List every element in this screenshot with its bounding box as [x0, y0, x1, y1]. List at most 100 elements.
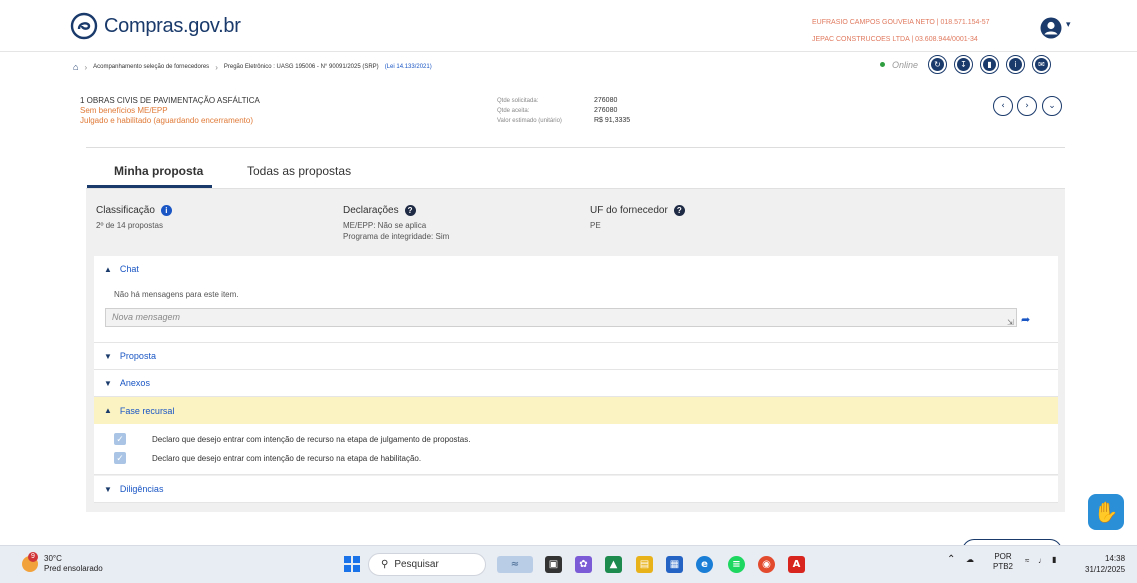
tab-all-proposals[interactable]: Todas as propostas: [247, 164, 351, 178]
diligences-label: Diligências: [119, 484, 164, 494]
proposal-section[interactable]: ▼ Proposta: [94, 343, 1058, 370]
qty-requested-value: 276080: [594, 97, 618, 104]
info-icon: i: [1009, 58, 1023, 71]
estimated-value-label: Valor estimado (unitário): [497, 118, 562, 124]
taskbar-search[interactable]: ⚲ Pesquisar: [368, 553, 486, 576]
expand-item-button[interactable]: ⌄: [1042, 96, 1062, 116]
breadcrumb-item-tracking[interactable]: Acompanhamento seleção de fornecedores: [93, 64, 209, 70]
diligences-header[interactable]: ▼ Diligências: [94, 476, 1058, 502]
proposal-label: Proposta: [119, 351, 156, 361]
online-status-text: Online: [892, 59, 919, 70]
volume-icon[interactable]: ♩: [1038, 556, 1046, 565]
download-icon: ↧: [957, 58, 971, 71]
appeal-judgment-row: ✓ Declaro que desejo entrar com intenção…: [114, 433, 470, 445]
tab-my-proposal[interactable]: Minha proposta: [114, 164, 203, 178]
online-status-dot-icon: [880, 62, 885, 67]
app-icon-green[interactable]: ▲: [605, 556, 622, 573]
appeal-phase-header[interactable]: ▲ Fase recursal: [94, 397, 1058, 424]
store-icon[interactable]: ▦: [666, 556, 683, 573]
wifi-icon[interactable]: ≈: [1025, 556, 1029, 565]
news-widget-icon[interactable]: ≈: [497, 556, 533, 573]
breadcrumb-item-pregao: Pregão Eletrônico : UASG 195006 - N° 900…: [223, 64, 379, 70]
tray-overflow-chevron-icon[interactable]: ⌃: [947, 554, 955, 565]
quantity-labels: Qtde solicitada: Qtde aceita: Valor esti…: [497, 96, 562, 126]
new-message-input[interactable]: Nova mensagem: [105, 308, 1017, 327]
qty-accepted-label: Qtde aceita:: [497, 108, 530, 114]
uf-block: UF do fornecedor ? PE: [590, 205, 685, 231]
brand-name: Compras.gov.br: [104, 14, 241, 37]
resize-handle-icon[interactable]: ⇲: [1007, 318, 1014, 327]
language-indicator[interactable]: POR PTB2: [993, 552, 1013, 572]
clock-time: 14:38: [1105, 554, 1126, 563]
user-info: EUFRASIO CAMPOS GOUVEIA NETO | 018.571.1…: [812, 14, 990, 48]
chevron-left-icon: ‹: [1001, 101, 1005, 111]
appeal-qualification-checkbox[interactable]: ✓: [114, 452, 126, 464]
no-messages-text: Não há mensagens para este item.: [114, 290, 239, 299]
search-icon: ⚲: [381, 559, 389, 570]
accessibility-hand-icon[interactable]: ✋: [1088, 494, 1124, 530]
proposal-header[interactable]: ▼ Proposta: [94, 343, 1058, 369]
clipboard-icon: ▮: [983, 58, 997, 71]
language-secondary: PTB2: [993, 562, 1014, 571]
app-icon-color[interactable]: ✿: [575, 556, 592, 573]
taskbar-clock[interactable]: 14:38 31/12/2025: [1085, 553, 1125, 575]
help-icon[interactable]: ?: [673, 205, 685, 216]
item-benefit: Sem benefícios ME/EPP: [80, 106, 168, 115]
edge-browser-icon[interactable]: e: [696, 556, 713, 573]
info-button[interactable]: i: [1006, 55, 1026, 74]
attachments-section[interactable]: ▼ Anexos: [94, 370, 1058, 397]
chat-section: ▲ Chat: [94, 256, 1058, 343]
appeal-qualification-text: Declaro que desejo entrar com intenção d…: [152, 453, 422, 463]
chevron-down-icon: ▼: [104, 351, 112, 361]
refresh-icon: ↻: [931, 58, 945, 71]
windows-start-icon[interactable]: [344, 556, 360, 572]
appeal-qualification-row: ✓ Declaro que desejo entrar com intenção…: [114, 452, 421, 464]
download-button[interactable]: ↧: [954, 55, 974, 74]
page: Compras.gov.br EUFRASIO CAMPOS GOUVEIA N…: [0, 0, 1137, 559]
appeal-judgment-checkbox[interactable]: ✓: [114, 433, 126, 445]
chrome-browser-icon[interactable]: ◉: [758, 556, 775, 573]
help-icon[interactable]: ?: [404, 205, 416, 216]
company-cnpj: JEPAC CONSTRUCOES LTDA | 03.608.944/0001…: [812, 36, 978, 43]
divider: [86, 147, 1065, 148]
spotify-icon[interactable]: ≡: [728, 556, 745, 573]
breadcrumb: ⌂ › Acompanhamento seleção de fornecedor…: [73, 62, 432, 72]
chat-header[interactable]: ▲ Chat: [94, 256, 1058, 282]
attachments-header[interactable]: ▼ Anexos: [94, 370, 1058, 396]
appeal-phase-label: Fase recursal: [119, 405, 175, 416]
declaration-integrity: Programa de integridade: Sim: [343, 232, 450, 241]
weather-sun-icon: 9: [22, 552, 38, 572]
previous-item-button[interactable]: ‹: [993, 96, 1013, 116]
task-view-icon[interactable]: ▣: [545, 556, 562, 573]
weather-widget[interactable]: 9 30°C Pred ensolarado: [22, 552, 103, 574]
diligences-section[interactable]: ▼ Diligências: [94, 476, 1058, 503]
declarations-block: Declarações ? ME/EPP: Não se aplica Prog…: [343, 205, 449, 242]
send-icon[interactable]: ➦: [1021, 313, 1030, 326]
refresh-button[interactable]: ↻: [928, 55, 948, 74]
estimated-value: R$ 91,3335: [594, 117, 631, 124]
status-toolbar: Online ↻ ↧ ▮ i ✉: [880, 55, 1054, 74]
brand-logo[interactable]: Compras.gov.br: [70, 12, 241, 40]
battery-icon[interactable]: ▮: [1052, 555, 1056, 564]
chevron-down-icon: ▼: [104, 484, 112, 494]
chevron-down-icon: ▼: [104, 378, 112, 388]
appeal-phase-body: [94, 424, 1058, 475]
clock-date: 31/12/2025: [1085, 565, 1126, 574]
user-menu-chevron-icon[interactable]: ▾: [1066, 20, 1071, 30]
weather-desc: Pred ensolarado: [44, 564, 103, 573]
item-title: 1 OBRAS CIVIS DE PAVIMENTAÇÃO ASFÁLTICA: [80, 96, 260, 105]
qty-accepted-value: 276080: [594, 107, 618, 114]
clipboard-button[interactable]: ▮: [980, 55, 1000, 74]
pdf-reader-icon[interactable]: A: [788, 556, 805, 573]
home-icon[interactable]: ⌂: [73, 62, 78, 72]
classification-block: Classificação i 2º de 14 propostas: [96, 205, 172, 231]
attachments-label: Anexos: [119, 378, 150, 388]
law-link[interactable]: (Lei 14.133/2021): [385, 64, 432, 70]
user-avatar-icon[interactable]: [1040, 17, 1062, 39]
next-item-button[interactable]: ›: [1017, 96, 1037, 116]
file-explorer-icon[interactable]: ▤: [636, 556, 653, 573]
info-icon[interactable]: i: [160, 205, 172, 216]
message-button[interactable]: ✉: [1032, 55, 1052, 74]
item-situation: Julgado e habilitado (aguardando encerra…: [80, 116, 254, 125]
cloud-icon[interactable]: ☁: [966, 555, 974, 564]
